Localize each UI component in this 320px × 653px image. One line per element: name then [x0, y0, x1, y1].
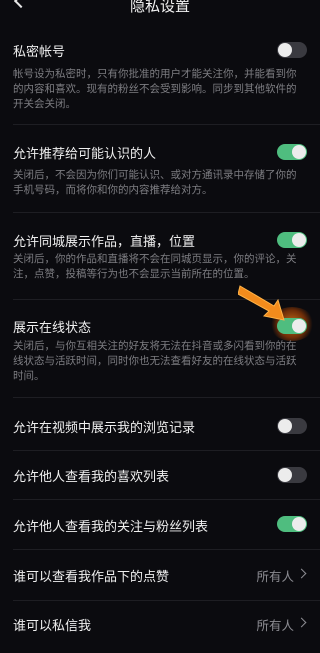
toggle-knob — [292, 319, 306, 333]
row-title: 允许同城展示作品，直播，位置 — [13, 235, 196, 250]
row-title: 允许他人查看我的喜欢列表 — [13, 470, 170, 485]
row-description: 关闭后，你的作品和直播将不会在同城页显示，你的评论，关注，点赞，投稿等行为也不会… — [13, 253, 297, 280]
follow-fans-toggle[interactable] — [277, 516, 307, 532]
private-account-toggle[interactable] — [277, 42, 307, 58]
toggle-knob — [292, 517, 306, 531]
divider — [13, 499, 320, 500]
row-title: 私密帐号 — [13, 45, 66, 60]
recommend-toggle[interactable] — [277, 144, 307, 160]
same-city-toggle[interactable] — [277, 232, 307, 248]
divider — [13, 212, 320, 213]
likes-list-toggle[interactable] — [277, 467, 307, 483]
row-description: 关闭后，与你互相关注的好友将无法在抖音或多闪看到你的在线状态与活跃时间，同时你也… — [13, 340, 297, 382]
pointer-arrow-icon — [238, 285, 285, 321]
chevron-right-icon — [296, 568, 307, 579]
row-description: 关闭后，不会因为你们可能认识、或对方通讯录中存储了你的手机号码，而将你和你的内容… — [13, 169, 297, 196]
page-title: 隐私设置 — [129, 0, 190, 15]
divider — [13, 397, 320, 398]
toggle-knob — [292, 233, 306, 247]
divider — [13, 124, 320, 125]
setting-value: 所有人 — [256, 618, 294, 633]
toggle-knob — [278, 43, 292, 57]
row-title: 谁可以查看我作品下的点赞 — [13, 570, 170, 585]
row-title: 谁可以私信我 — [13, 619, 92, 634]
chevron-right-icon — [296, 617, 307, 628]
toggle-knob — [292, 145, 306, 159]
setting-value: 所有人 — [256, 569, 294, 584]
row-title: 展示在线状态 — [13, 321, 92, 336]
top-bar: 隐私设置 — [0, 0, 320, 16]
divider — [13, 600, 320, 601]
toggle-knob — [278, 468, 292, 482]
row-title: 允许在视频中展示我的浏览记录 — [13, 421, 196, 436]
row-title: 允许推荐给可能认识的人 — [13, 147, 157, 162]
divider — [13, 549, 320, 550]
row-title: 允许他人查看我的关注与粉丝列表 — [13, 520, 209, 535]
divider — [13, 450, 320, 451]
browse-history-toggle[interactable] — [277, 418, 307, 434]
toggle-knob — [278, 419, 292, 433]
row-description: 帐号设为私密时，只有你批准的用户才能关注你，并能看到你的内容和喜欢。现有的粉丝不… — [13, 68, 297, 110]
